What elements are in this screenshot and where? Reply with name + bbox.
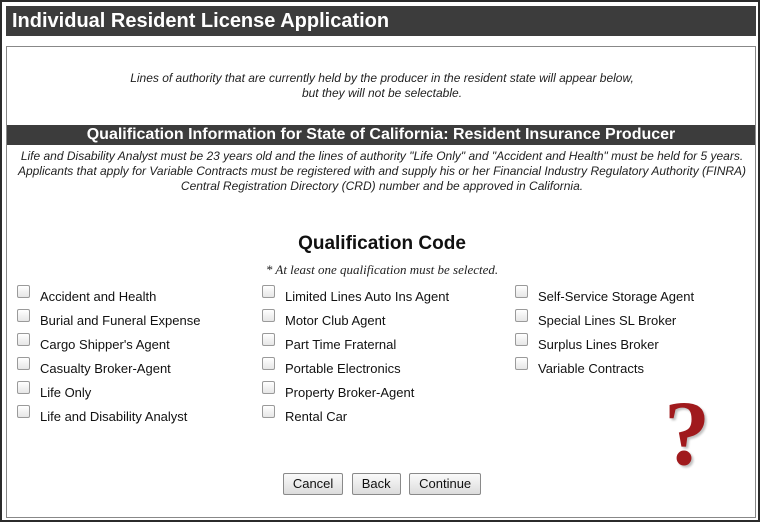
option-label: Life and Disability Analyst <box>40 409 188 424</box>
option-label: Property Broker-Agent <box>285 385 415 400</box>
checkbox[interactable] <box>262 309 275 322</box>
checkbox[interactable] <box>262 405 275 418</box>
qualification-notes: Life and Disability Analyst must be 23 y… <box>11 149 753 194</box>
intro-text: Lines of authority that are currently he… <box>7 71 757 101</box>
intro-line-2: but they will not be selectable. <box>301 86 463 100</box>
qualification-heading: Qualification Code <box>298 233 466 254</box>
checkbox[interactable] <box>515 357 528 370</box>
option-label: Life Only <box>40 385 92 400</box>
checkbox[interactable] <box>17 333 30 346</box>
option-label: Rental Car <box>285 409 348 424</box>
option-label: Limited Lines Auto Ins Agent <box>285 289 450 304</box>
checkbox[interactable] <box>17 309 30 322</box>
option-label: Variable Contracts <box>538 361 644 376</box>
checkbox[interactable] <box>17 357 30 370</box>
action-buttons: Cancel Back Continue <box>7 473 757 495</box>
option-label: Surplus Lines Broker <box>538 337 659 352</box>
checkbox[interactable] <box>262 333 275 346</box>
checkbox[interactable] <box>262 357 275 370</box>
checkbox[interactable] <box>17 381 30 394</box>
intro-line-1: Lines of authority that are currently he… <box>130 71 634 85</box>
content-panel: Lines of authority that are currently he… <box>6 46 756 518</box>
help-question-icon[interactable]: ? <box>657 387 717 479</box>
continue-button[interactable]: Continue <box>409 473 482 495</box>
option-label: Casualty Broker-Agent <box>40 361 171 376</box>
qualification-requirement-note: * At least one qualification must be sel… <box>265 262 499 277</box>
checkbox[interactable] <box>515 309 528 322</box>
back-button[interactable]: Back <box>351 473 401 495</box>
option-label: Burial and Funeral Expense <box>40 313 201 328</box>
option-label: Part Time Fraternal <box>285 337 397 352</box>
option-label: Cargo Shipper's Agent <box>40 337 170 352</box>
checkbox[interactable] <box>515 285 528 298</box>
checkbox[interactable] <box>17 405 30 418</box>
page-title: Individual Resident License Application <box>6 6 756 36</box>
option-label: Self-Service Storage Agent <box>538 289 695 304</box>
checkbox[interactable] <box>262 381 275 394</box>
option-label: Motor Club Agent <box>285 313 386 328</box>
cancel-button[interactable]: Cancel <box>282 473 344 495</box>
checkbox[interactable] <box>515 333 528 346</box>
option-label: Accident and Health <box>40 289 157 304</box>
checkbox[interactable] <box>262 285 275 298</box>
checkbox[interactable] <box>17 285 30 298</box>
note-life-disability: Life and Disability Analyst must be 23 y… <box>20 149 744 163</box>
note-variable-contracts: Applicants that apply for Variable Contr… <box>17 164 747 193</box>
section-title: Qualification Information for State of C… <box>7 125 755 145</box>
application-window: Individual Resident License Application … <box>0 0 760 522</box>
option-label: Special Lines SL Broker <box>538 313 677 328</box>
option-label: Portable Electronics <box>285 361 401 376</box>
